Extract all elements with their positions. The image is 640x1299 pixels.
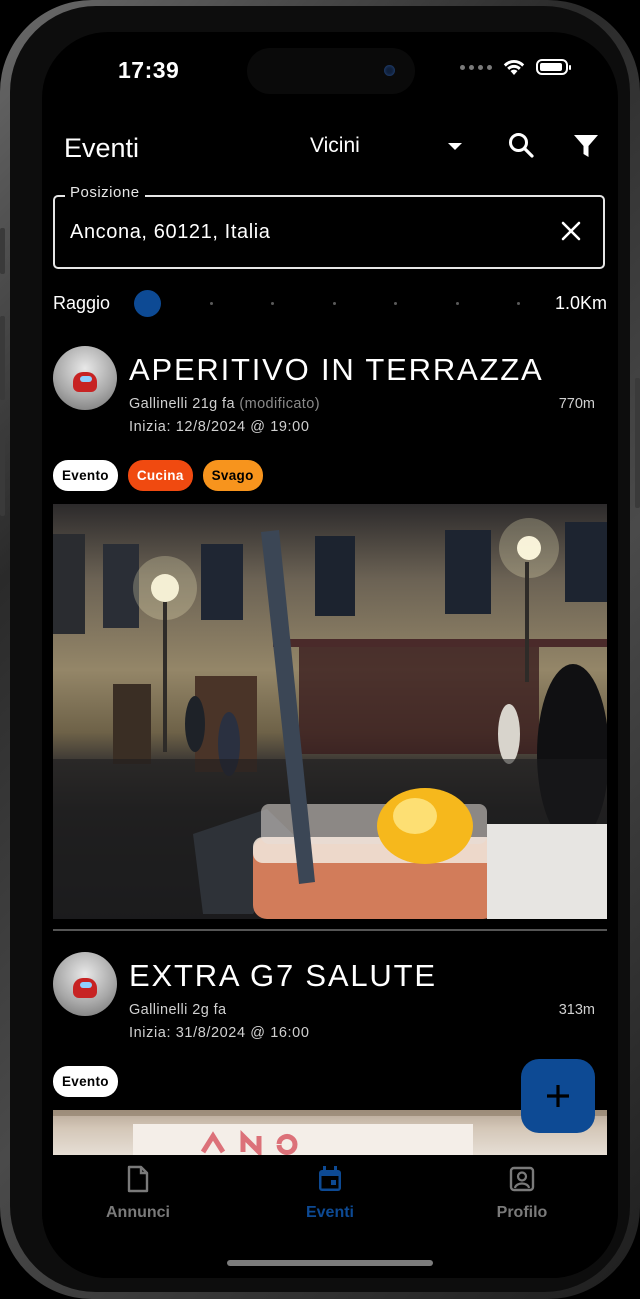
profile-icon — [509, 1166, 535, 1192]
add-event-button[interactable] — [521, 1059, 595, 1133]
battery-icon — [536, 59, 571, 75]
tag-chip[interactable]: Svago — [202, 460, 263, 491]
nav-label: Annunci — [106, 1204, 170, 1221]
start-value: 31/8/2024 @ 16:00 — [175, 1025, 310, 1041]
start-value: 12/8/2024 @ 19:00 — [175, 419, 310, 435]
slider-tick — [333, 302, 336, 305]
post-title: APERITIVO IN TERRAZZA — [129, 352, 544, 387]
slider-tick — [394, 302, 397, 305]
status-icons — [460, 58, 571, 76]
signal-icon — [460, 64, 492, 70]
post-title: EXTRA G7 SALUTE — [129, 958, 437, 993]
author-time-text: Gallinelli 2g fa — [129, 1002, 227, 1018]
tag-list: Evento Cucina Svago — [53, 460, 263, 491]
post-start-date: Inizia: 31/8/2024 @ 16:00 — [129, 1025, 310, 1041]
post-author-time: Gallinelli 2g fa — [129, 1002, 226, 1018]
location-field-value[interactable]: Ancona, 60121, Italia — [70, 221, 271, 244]
radius-value: 1.0Km — [554, 293, 607, 313]
status-time: 17:39 — [118, 57, 180, 83]
post-distance: 313m — [558, 1002, 595, 1018]
post-distance: 770m — [558, 396, 595, 412]
nav-label: Eventi — [305, 1204, 354, 1221]
app-bar: Eventi Vicini — [42, 128, 618, 172]
location-field-label: Posizione — [65, 184, 145, 201]
author-time-text: Gallinelli 21g fa — [129, 396, 235, 412]
slider-tick — [456, 302, 459, 305]
caret-down-icon — [448, 142, 462, 150]
tag-list: Evento — [53, 1066, 118, 1097]
post-photo[interactable] — [53, 504, 607, 919]
proximity-dropdown[interactable]: Vicini — [310, 134, 462, 158]
slider-tick — [271, 302, 274, 305]
phone-frame: 17:39 Eventi Vicini Posizione Ancona, 60… — [0, 0, 640, 1299]
nav-item-eventi[interactable]: Eventi — [270, 1165, 390, 1222]
power-button — [635, 378, 640, 508]
action-button — [0, 228, 5, 274]
page-title: Eventi — [64, 133, 140, 163]
divider — [53, 929, 607, 931]
nav-label: Profilo — [496, 1204, 548, 1221]
photo-scene — [53, 518, 607, 919]
location-field[interactable]: Posizione Ancona, 60121, Italia — [53, 184, 605, 269]
radius-label: Raggio — [53, 293, 111, 313]
funnel-icon[interactable] — [571, 131, 601, 161]
bezel: 17:39 Eventi Vicini Posizione Ancona, 60… — [10, 6, 630, 1292]
avatar[interactable] — [53, 952, 117, 1016]
radius-slider-thumb[interactable] — [134, 290, 161, 317]
post-start-date: Inizia: 12/8/2024 @ 19:00 — [129, 419, 310, 435]
screen: 17:39 Eventi Vicini Posizione Ancona, 60… — [42, 32, 618, 1278]
calendar-icon — [319, 1166, 341, 1191]
volume-down-button — [0, 432, 5, 516]
dynamic-island — [247, 48, 415, 94]
tag-chip[interactable]: Evento — [53, 1066, 118, 1097]
document-icon — [127, 1165, 149, 1193]
wifi-icon — [503, 59, 525, 75]
close-icon[interactable] — [559, 219, 583, 243]
nav-item-profilo[interactable]: Profilo — [462, 1165, 582, 1222]
slider-tick — [517, 302, 520, 305]
camera-icon — [384, 65, 395, 76]
post-author-time: Gallinelli 21g fa (modificato) — [129, 396, 320, 412]
volume-up-button — [0, 316, 5, 400]
avatar[interactable] — [53, 346, 117, 410]
start-label: Inizia: — [129, 1025, 172, 1041]
tag-chip[interactable]: Cucina — [127, 460, 193, 491]
modified-label: (modificato) — [239, 396, 320, 412]
home-indicator[interactable] — [227, 1260, 433, 1266]
slider-tick — [210, 302, 213, 305]
tag-chip[interactable]: Evento — [53, 460, 118, 491]
nav-item-annunci[interactable]: Annunci — [78, 1165, 198, 1222]
plus-icon — [547, 1085, 569, 1107]
start-label: Inizia: — [129, 419, 172, 435]
search-icon[interactable] — [506, 130, 536, 160]
dropdown-value: Vicini — [310, 134, 360, 157]
radius-slider-row: Raggio 1.0Km — [53, 290, 607, 320]
